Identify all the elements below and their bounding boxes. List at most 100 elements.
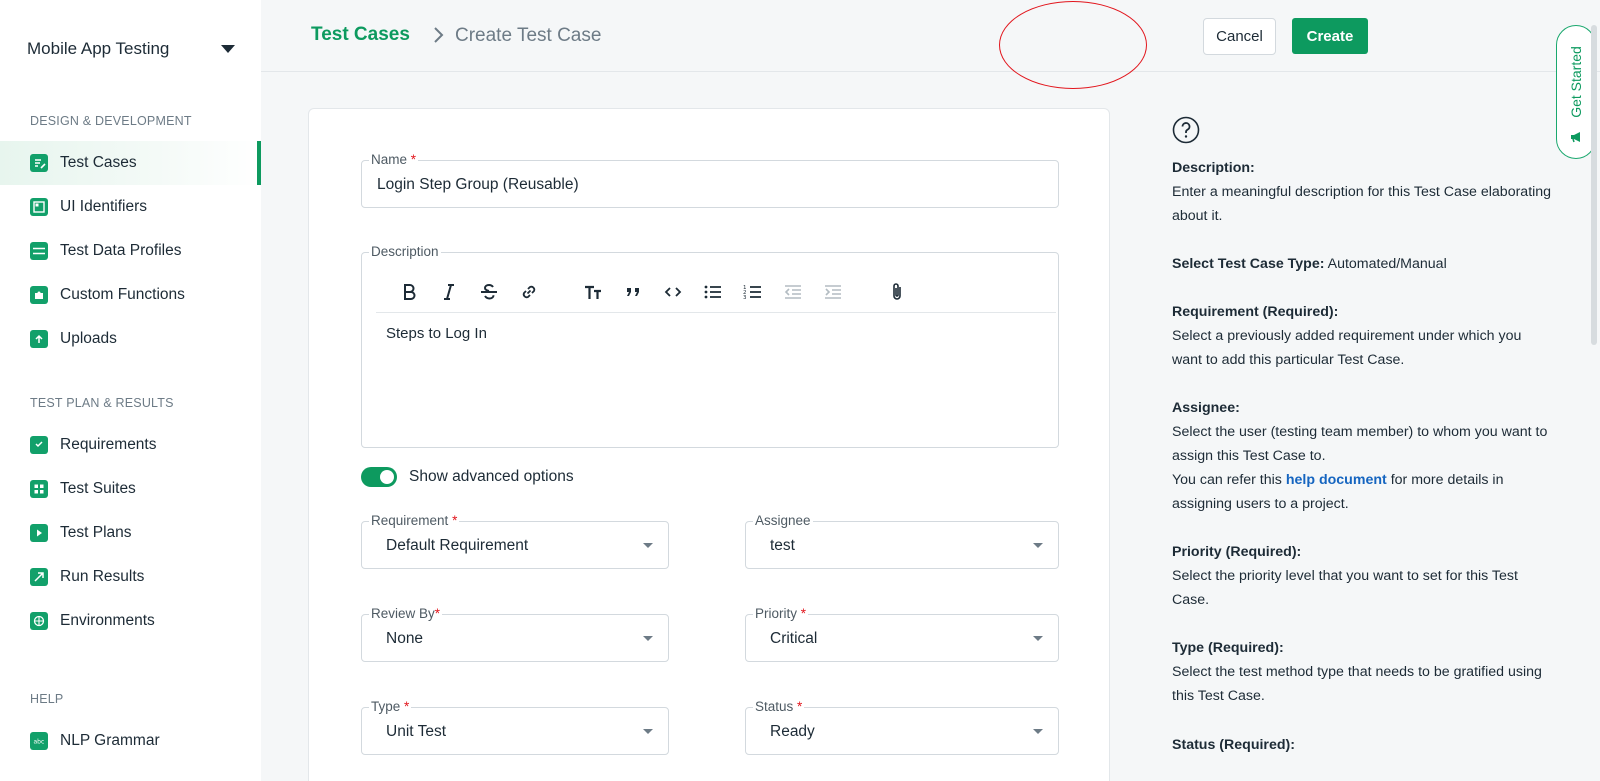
priority-select[interactable]: Priority * Critical xyxy=(745,605,1059,662)
sidebar-item-label: UI Identifiers xyxy=(60,198,148,215)
help-text: Select the test method type that needs t… xyxy=(1172,664,1542,704)
chevron-down-icon xyxy=(1033,636,1043,641)
advanced-options-toggle[interactable] xyxy=(361,467,397,487)
sidebar-item-test-plans[interactable]: Test Plans xyxy=(0,511,261,555)
help-heading: Select Test Case Type: xyxy=(1172,256,1325,272)
scrollbar[interactable] xyxy=(1591,25,1597,345)
breadcrumb-test-cases[interactable]: Test Cases xyxy=(311,24,410,46)
priority-label: Priority * xyxy=(753,605,809,623)
abc-icon: abc xyxy=(30,732,48,750)
sidebar-item-label: Requirements xyxy=(60,436,157,453)
name-label: Name * xyxy=(369,151,419,169)
puzzle-icon xyxy=(30,286,48,304)
review-by-value: None xyxy=(386,630,424,647)
status-label: Status * xyxy=(753,698,805,716)
name-input-value: Login Step Group (Reusable) xyxy=(377,176,579,193)
section-title-test-plan: TEST PLAN & RESULTS xyxy=(30,396,174,410)
requirement-value: Default Requirement xyxy=(386,537,529,554)
type-value: Unit Test xyxy=(386,723,447,740)
sidebar-item-label: Test Plans xyxy=(60,524,132,541)
sidebar-item-label: Run Results xyxy=(60,568,145,585)
page-header: Test Cases Create Test Case Cancel Creat… xyxy=(261,0,1600,72)
sidebar-item-nlp-grammar[interactable]: abc NLP Grammar xyxy=(0,719,261,763)
sidebar-item-label: Uploads xyxy=(60,330,117,347)
code-icon[interactable] xyxy=(660,279,686,305)
clipboard-icon xyxy=(30,436,48,454)
sidebar-item-test-cases[interactable]: Test Cases xyxy=(0,141,261,185)
get-started-tab[interactable]: Get Started xyxy=(1556,25,1596,159)
help-text: Select the user (testing team member) to… xyxy=(1172,424,1548,464)
sidebar-item-test-data-profiles[interactable]: Test Data Profiles xyxy=(0,229,261,273)
indent-icon[interactable] xyxy=(820,279,846,305)
help-type: Type (Required): Select the test method … xyxy=(1172,636,1552,708)
ui-identifiers-icon xyxy=(30,198,48,216)
description-editor[interactable]: Description 123 Steps to Log In xyxy=(361,243,1059,448)
project-selector[interactable]: Mobile App Testing xyxy=(27,38,237,60)
requirement-select[interactable]: Requirement * Default Requirement xyxy=(361,512,669,569)
help-priority: Priority (Required): Select the priority… xyxy=(1172,540,1552,612)
description-label: Description xyxy=(369,243,441,261)
section-title-design: DESIGN & DEVELOPMENT xyxy=(30,114,192,128)
svg-text:3: 3 xyxy=(743,295,747,301)
svg-text:abc: abc xyxy=(34,739,45,746)
chevron-down-icon xyxy=(643,543,653,548)
name-field[interactable]: Name * Login Step Group (Reusable) xyxy=(361,151,1059,208)
sidebar-item-custom-functions[interactable]: Custom Functions xyxy=(0,273,261,317)
cancel-button[interactable]: Cancel xyxy=(1203,18,1276,55)
italic-icon[interactable] xyxy=(436,279,462,305)
help-text: Select the priority level that you want … xyxy=(1172,568,1518,608)
test-cases-icon xyxy=(30,154,48,172)
help-text: You can refer this help document for mor… xyxy=(1172,472,1504,512)
sidebar-item-uploads[interactable]: Uploads xyxy=(0,317,261,361)
create-button[interactable]: Create xyxy=(1292,18,1368,54)
help-text: Select a previously added requirement un… xyxy=(1172,328,1522,368)
requirement-label: Requirement * xyxy=(369,512,460,530)
get-started-label: Get Started xyxy=(1568,46,1584,118)
question-icon xyxy=(1172,116,1200,144)
attachment-icon[interactable] xyxy=(884,279,910,305)
test-case-form-card: Name * Login Step Group (Reusable) Descr… xyxy=(308,108,1110,781)
link-icon[interactable] xyxy=(516,279,542,305)
review-by-select[interactable]: Review By* None xyxy=(361,605,669,662)
help-test-case-type: Select Test Case Type: Automated/Manual xyxy=(1172,252,1552,276)
assignee-value: test xyxy=(770,537,795,554)
help-heading: Type (Required): xyxy=(1172,640,1284,656)
status-select[interactable]: Status * Ready xyxy=(745,698,1059,755)
priority-value: Critical xyxy=(770,630,818,647)
sidebar-item-test-suites[interactable]: Test Suites xyxy=(0,467,261,511)
review-by-label: Review By* xyxy=(369,605,443,623)
sidebar-item-label: Environments xyxy=(60,612,155,629)
type-label: Type * xyxy=(369,698,412,716)
chevron-down-icon xyxy=(643,636,653,641)
globe-icon xyxy=(30,612,48,630)
sidebar-item-ui-identifiers[interactable]: UI Identifiers xyxy=(0,185,261,229)
strikethrough-icon[interactable] xyxy=(476,279,502,305)
sidebar-item-environments[interactable]: Environments xyxy=(0,599,261,643)
type-select[interactable]: Type * Unit Test xyxy=(361,698,669,755)
bold-icon[interactable] xyxy=(396,279,422,305)
sidebar-item-label: NLP Grammar xyxy=(60,732,160,749)
help-document-link[interactable]: help document xyxy=(1286,472,1387,488)
page-title: Create Test Case xyxy=(455,25,602,46)
chevron-down-icon xyxy=(643,729,653,734)
project-name: Mobile App Testing xyxy=(27,39,170,58)
megaphone-icon xyxy=(1571,132,1580,143)
advanced-options-label: Show advanced options xyxy=(409,468,574,485)
outdent-icon[interactable] xyxy=(780,279,806,305)
quote-icon[interactable] xyxy=(620,279,646,305)
help-text: Automated/Manual xyxy=(1327,256,1447,272)
assignee-select[interactable]: Assignee test xyxy=(745,512,1059,569)
description-text[interactable]: Steps to Log In xyxy=(386,325,487,342)
section-title-help: HELP xyxy=(30,692,64,706)
help-heading: Assignee: xyxy=(1172,400,1240,416)
heading-icon[interactable] xyxy=(580,279,606,305)
sidebar-item-run-results[interactable]: Run Results xyxy=(0,555,261,599)
upload-icon xyxy=(30,330,48,348)
sidebar-item-requirements[interactable]: Requirements xyxy=(0,423,261,467)
editor-toolbar: 123 xyxy=(376,273,1056,313)
bullet-list-icon[interactable] xyxy=(700,279,726,305)
play-icon xyxy=(30,524,48,542)
help-heading: Status (Required): xyxy=(1172,737,1295,753)
chevron-down-icon xyxy=(221,45,235,53)
numbered-list-icon[interactable]: 123 xyxy=(740,279,766,305)
